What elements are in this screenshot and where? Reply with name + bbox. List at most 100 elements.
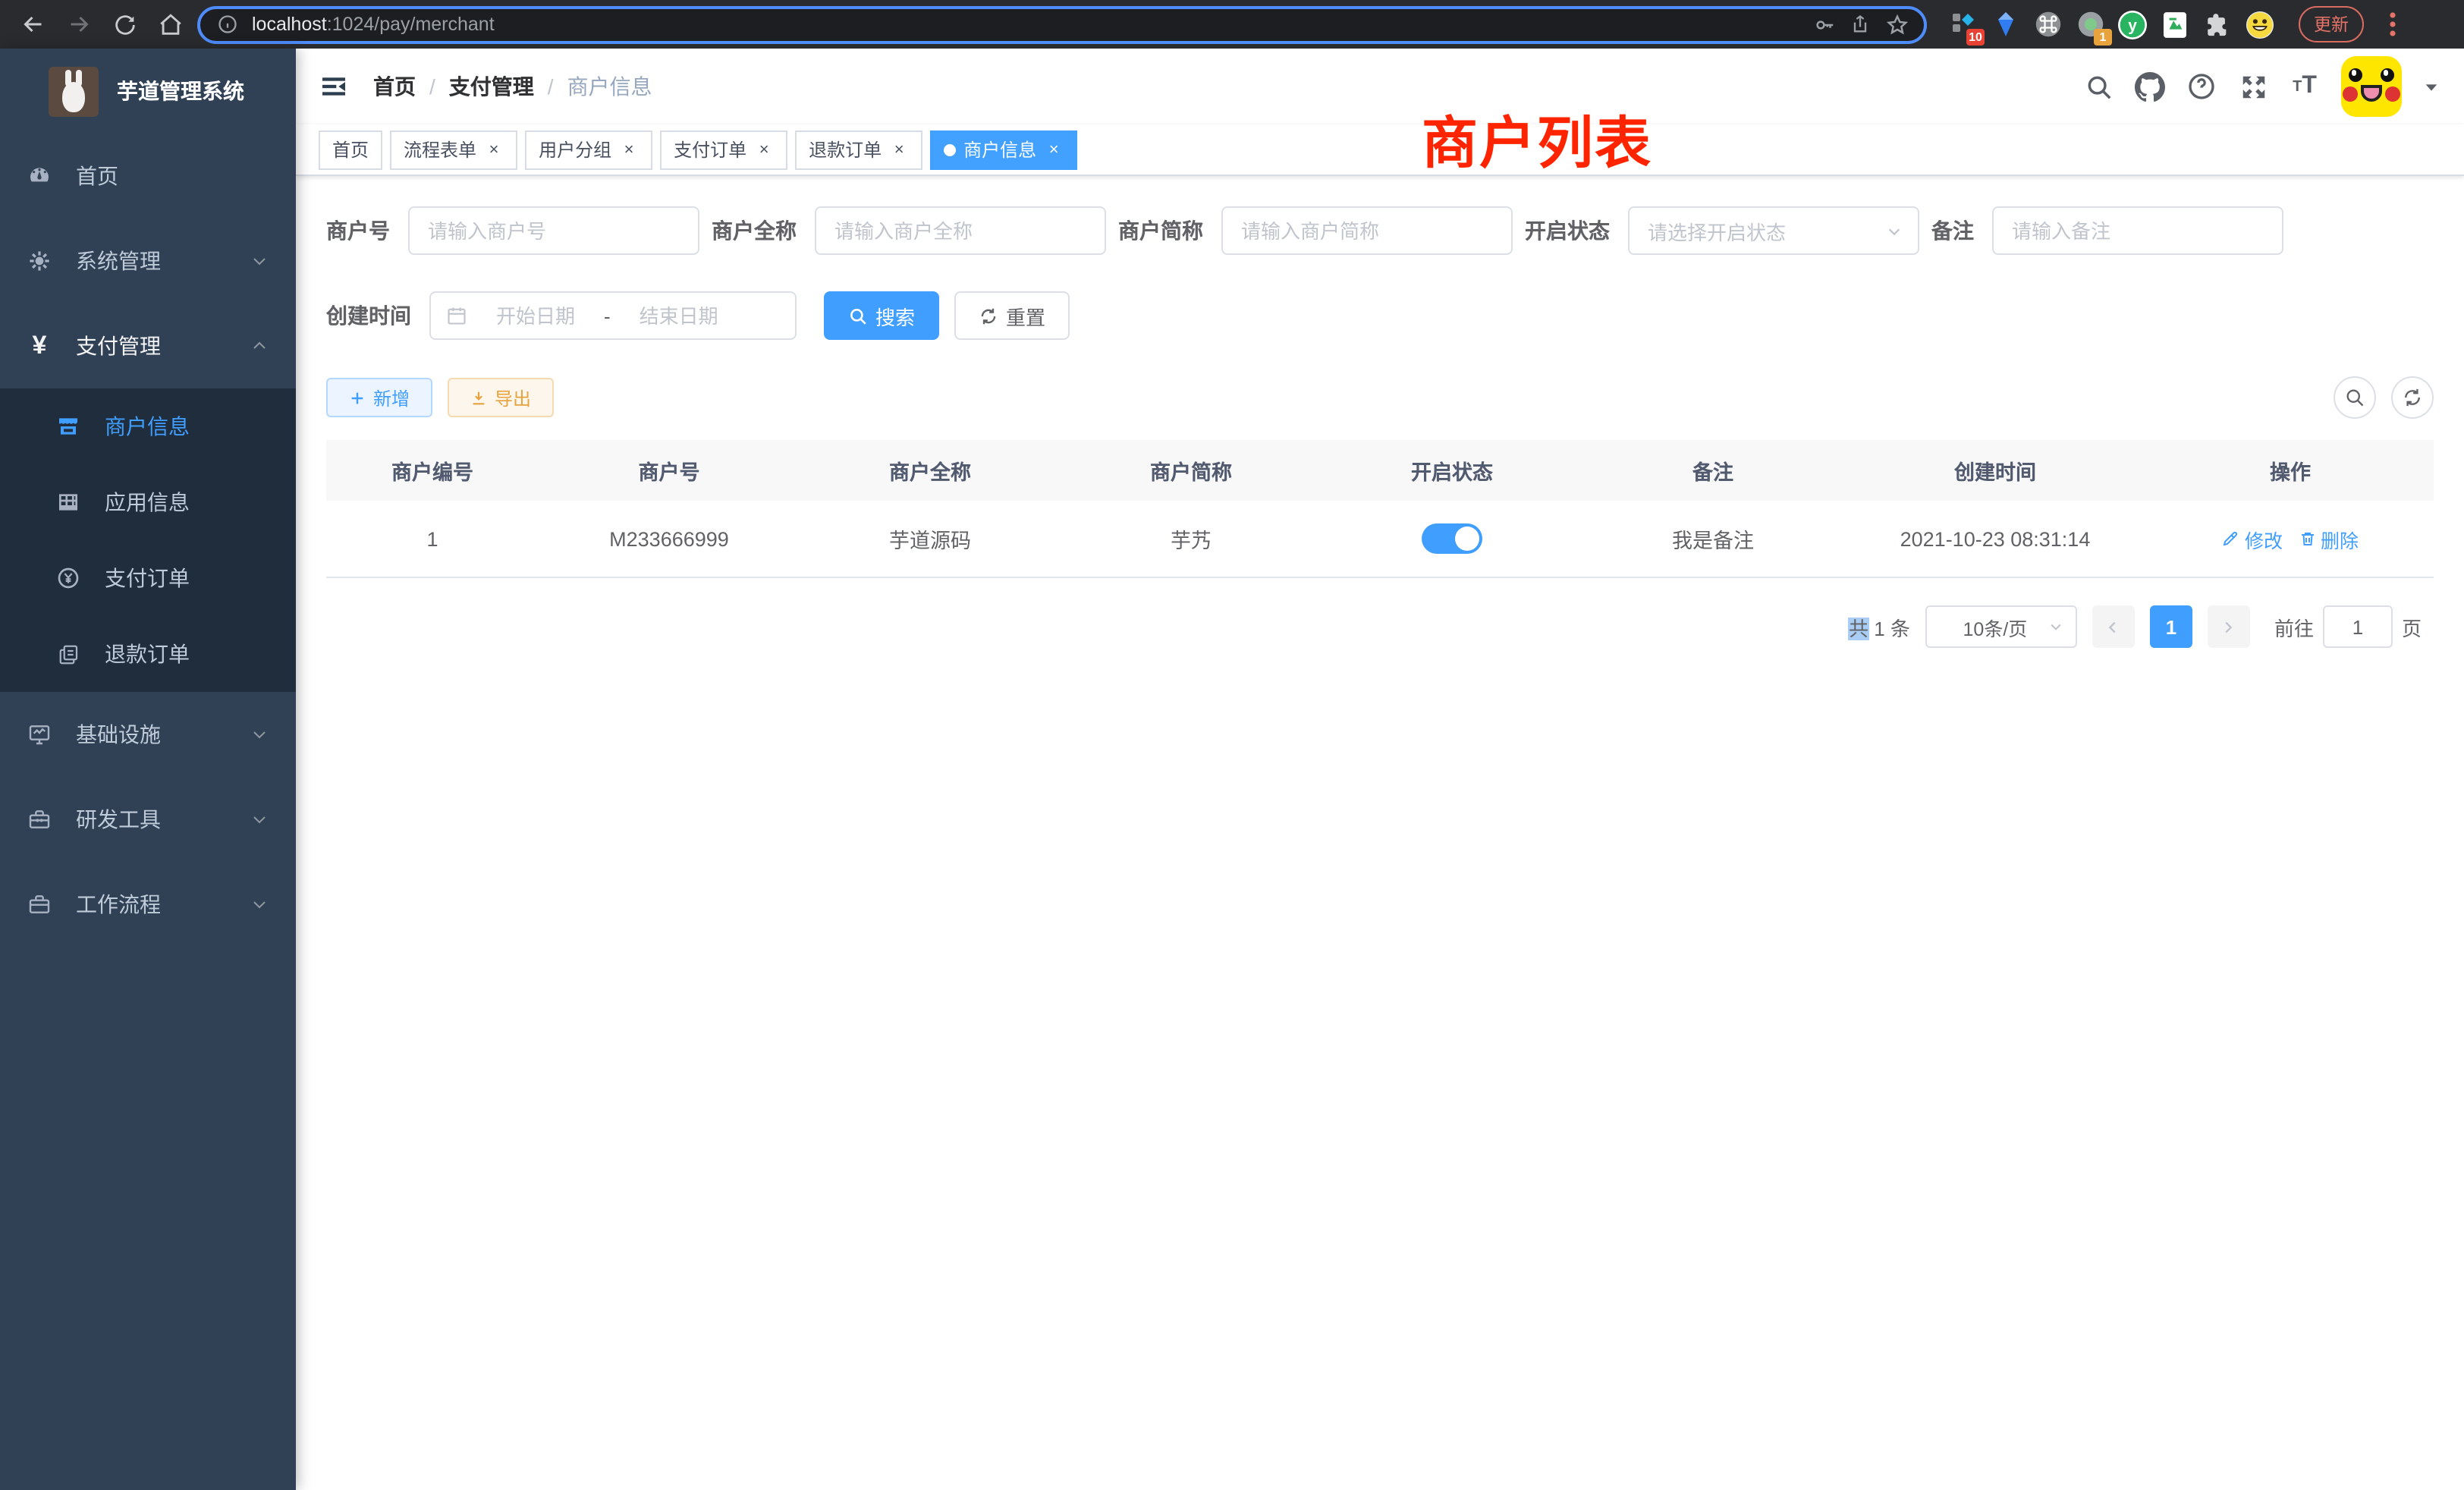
extension-grid-icon[interactable]: 10 <box>1948 10 1977 39</box>
profile-avatar-icon[interactable] <box>2246 10 2274 39</box>
browser-update-button[interactable]: 更新 <box>2299 6 2364 42</box>
tag-user-group[interactable]: 用户分组 × <box>525 130 652 169</box>
extensions-puzzle-icon[interactable] <box>2203 10 2232 39</box>
toolbox-icon <box>27 807 52 831</box>
prev-page-button[interactable] <box>2092 605 2135 648</box>
date-separator: - <box>604 304 611 327</box>
tag-refund-order[interactable]: 退款订单 × <box>795 130 922 169</box>
extension-gem-icon[interactable] <box>1991 10 2019 39</box>
export-button-label: 导出 <box>495 385 531 410</box>
breadcrumb-payment[interactable]: 支付管理 <box>449 71 534 102</box>
active-dot <box>944 143 956 156</box>
hamburger-icon[interactable] <box>319 71 349 102</box>
add-button[interactable]: 新增 <box>326 378 432 417</box>
status-toggle[interactable] <box>1422 523 1482 554</box>
github-icon[interactable] <box>2135 71 2165 102</box>
sidebar-item-dev-tools[interactable]: 研发工具 <box>0 777 296 862</box>
browser-menu-icon[interactable] <box>2382 12 2403 36</box>
goto-page-input[interactable] <box>2323 605 2393 648</box>
tag-merchant-info[interactable]: 商户信息 × <box>930 130 1077 169</box>
column-header: 备注 <box>1582 455 1843 486</box>
font-size-icon[interactable]: TT <box>2290 71 2320 102</box>
search-button[interactable]: 搜索 <box>824 291 939 340</box>
close-icon[interactable]: × <box>619 140 639 159</box>
date-range-picker[interactable]: - <box>429 291 797 340</box>
sidebar-item-app-info[interactable]: 应用信息 <box>0 464 296 540</box>
reset-button[interactable]: 重置 <box>954 291 1070 340</box>
browser-forward-icon[interactable] <box>61 6 97 42</box>
next-page-button[interactable] <box>2208 605 2250 648</box>
select-placeholder: 请选择开启状态 <box>1648 216 1886 245</box>
url-text: localhost:1024/pay/merchant <box>252 14 1799 35</box>
tag-pay-order[interactable]: 支付订单 × <box>660 130 787 169</box>
remark-input[interactable] <box>1992 206 2283 255</box>
browser-home-icon[interactable] <box>152 6 188 42</box>
breadcrumb: 首页 / 支付管理 / 商户信息 <box>373 71 652 102</box>
address-bar[interactable]: localhost:1024/pay/merchant <box>197 5 1927 43</box>
column-header: 商户全称 <box>800 455 1061 486</box>
chevron-up-icon <box>250 337 269 355</box>
pagination: 共 1 条 10条/页 1 前往 <box>326 605 2434 648</box>
close-icon[interactable]: × <box>484 140 504 159</box>
extension-doc-icon[interactable] <box>2161 10 2189 39</box>
close-icon[interactable]: × <box>889 140 909 159</box>
sidebar-item-merchant-info[interactable]: 商户信息 <box>0 388 296 464</box>
browser-reload-icon[interactable] <box>106 6 143 42</box>
sidebar-item-home[interactable]: 首页 <box>0 134 296 218</box>
merchant-no-input[interactable] <box>408 206 699 255</box>
page-size-select[interactable]: 10条/页 <box>1925 605 2077 648</box>
sidebar-item-label: 首页 <box>76 161 269 191</box>
close-icon[interactable]: × <box>754 140 774 159</box>
share-icon[interactable] <box>1848 12 1872 36</box>
sidebar-item-label: 基础设施 <box>76 719 226 750</box>
page-info-icon[interactable] <box>215 12 240 36</box>
cell-create-time: 2021-10-23 08:31:14 <box>1843 527 2147 550</box>
browser-back-icon[interactable] <box>15 6 52 42</box>
search-icon[interactable] <box>2083 71 2114 102</box>
date-end-input[interactable] <box>623 304 735 327</box>
password-key-icon[interactable] <box>1812 12 1836 36</box>
help-icon[interactable] <box>2186 71 2217 102</box>
close-icon[interactable]: × <box>1044 140 1064 159</box>
sidebar-item-infra[interactable]: 基础设施 <box>0 692 296 777</box>
cell-actions: 修改 删除 <box>2147 524 2434 553</box>
search-icon <box>848 306 868 325</box>
tag-home[interactable]: 首页 <box>319 130 382 169</box>
breadcrumb-home[interactable]: 首页 <box>373 71 416 102</box>
delete-link[interactable]: 删除 <box>2298 524 2359 553</box>
bookmark-star-icon[interactable] <box>1884 12 1909 36</box>
extension-y-icon[interactable]: y <box>2118 10 2147 39</box>
grid-table-icon <box>56 490 80 514</box>
status-select[interactable]: 请选择开启状态 <box>1628 206 1919 255</box>
sidebar-item-system[interactable]: 系统管理 <box>0 218 296 303</box>
tag-flow-form[interactable]: 流程表单 × <box>390 130 517 169</box>
refresh-table-button[interactable] <box>2391 376 2434 419</box>
sidebar-item-refund-order[interactable]: 退款订单 <box>0 616 296 692</box>
sidebar-item-label: 应用信息 <box>105 487 269 517</box>
sidebar-item-workflow[interactable]: 工作流程 <box>0 862 296 947</box>
export-button[interactable]: 导出 <box>448 378 554 417</box>
caret-down-icon[interactable] <box>2423 78 2440 95</box>
extension-command-icon[interactable] <box>2033 10 2062 39</box>
tag-label: 退款订单 <box>809 137 882 162</box>
filter-row-2: 创建时间 - 搜索 <box>326 291 2434 340</box>
show-search-toggle-button[interactable] <box>2334 376 2376 419</box>
full-name-input[interactable] <box>815 206 1106 255</box>
sidebar-logo[interactable]: 芋道管理系统 <box>0 49 296 134</box>
fullscreen-icon[interactable] <box>2238 71 2268 102</box>
sidebar-item-label: 工作流程 <box>76 889 226 919</box>
chevron-down-icon <box>250 725 269 743</box>
user-avatar[interactable] <box>2341 56 2402 117</box>
edit-link[interactable]: 修改 <box>2222 524 2283 553</box>
sidebar-item-pay-order[interactable]: 支付订单 <box>0 540 296 616</box>
field-label: 商户全称 <box>712 215 815 246</box>
filter-remark: 备注 <box>1931 206 2283 255</box>
extension-camera-icon[interactable]: 1 <box>2076 10 2104 39</box>
short-name-input[interactable] <box>1221 206 1513 255</box>
browser-toolbar: localhost:1024/pay/merchant 10 <box>0 0 2464 49</box>
sidebar-menu: 首页 系统管理 ¥ 支付管理 <box>0 134 296 947</box>
field-label: 备注 <box>1931 215 1992 246</box>
sidebar-item-payment[interactable]: ¥ 支付管理 <box>0 303 296 388</box>
page-number-button[interactable]: 1 <box>2150 605 2192 648</box>
date-start-input[interactable] <box>479 304 592 327</box>
